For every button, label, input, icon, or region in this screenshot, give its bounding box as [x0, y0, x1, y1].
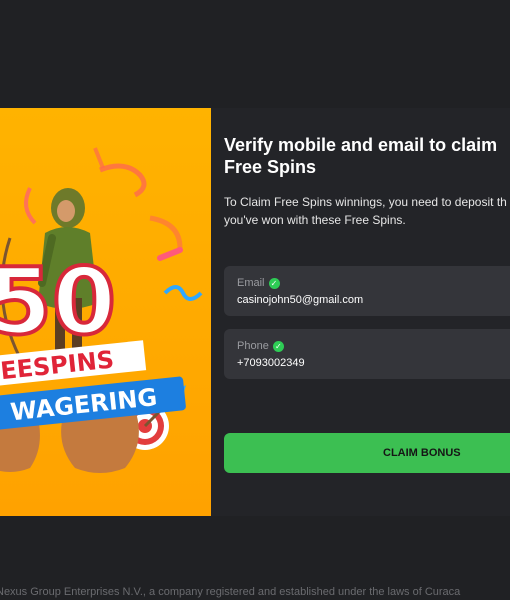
footer-legal-text: Nexus Group Enterprises N.V., a company …: [0, 586, 461, 598]
email-label-row: Email ✓: [237, 277, 280, 289]
claim-bonus-button[interactable]: CLAIM BONUS: [224, 433, 510, 473]
verification-panel: Verify mobile and email to claim Free Sp…: [211, 108, 510, 516]
email-value[interactable]: casinojohn50@gmail.com: [237, 294, 363, 306]
panel-description: To Claim Free Spins winnings, you need t…: [224, 195, 507, 227]
panel-title: Verify mobile and email to claim Free Sp…: [224, 135, 498, 177]
promo-banner: 50 EESPINS WAGERING: [0, 108, 211, 516]
email-label: Email: [237, 277, 265, 289]
phone-label: Phone: [237, 340, 269, 352]
check-circle-icon: ✓: [268, 277, 280, 289]
promo-illustration: 50 EESPINS WAGERING: [0, 147, 203, 473]
email-field[interactable]: Email ✓ casinojohn50@gmail.com: [224, 266, 510, 316]
phone-label-row: Phone ✓: [237, 340, 284, 352]
phone-value[interactable]: +7093002349: [237, 357, 305, 369]
check-circle-icon: ✓: [272, 340, 284, 352]
promo-number: 50: [0, 248, 116, 355]
phone-field[interactable]: Phone ✓ +7093002349: [224, 329, 510, 379]
bonus-modal: 50 EESPINS WAGERING Verify mobile and em…: [0, 108, 510, 516]
